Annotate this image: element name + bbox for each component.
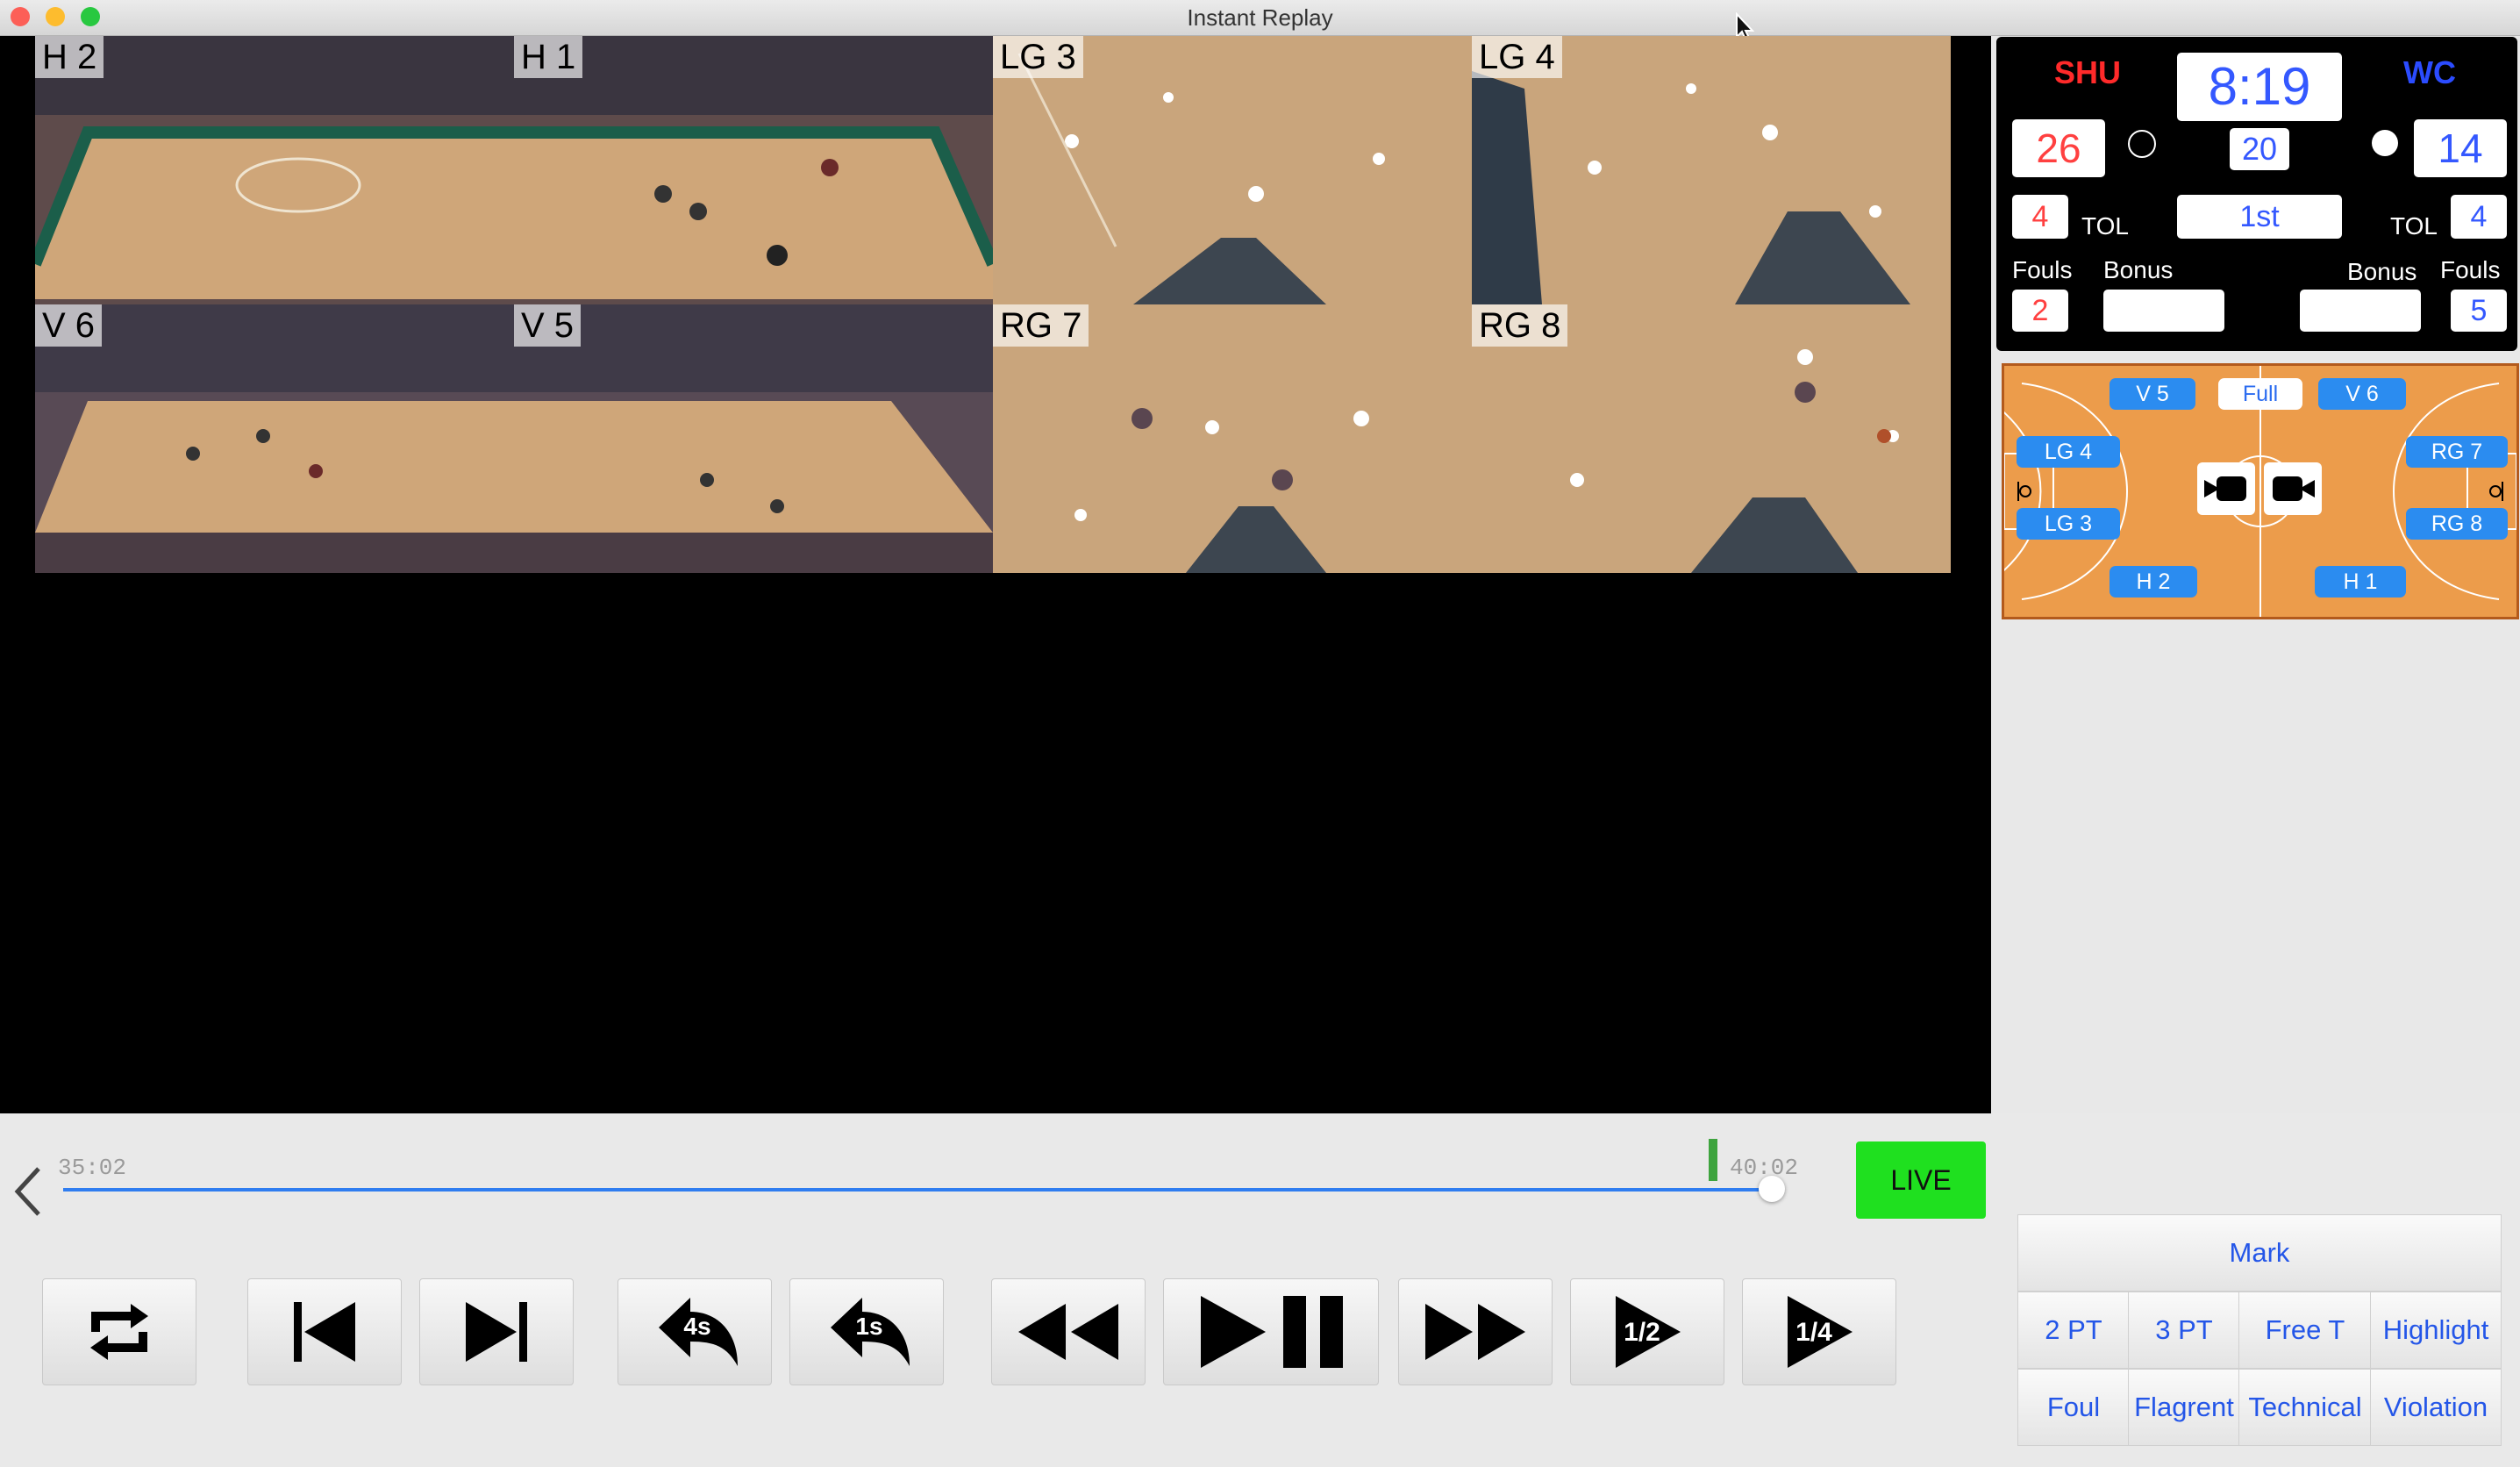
- skip-forward-icon: [466, 1302, 527, 1362]
- quarter-speed-label: 1/4: [1795, 1318, 1832, 1347]
- away-possession-indicator[interactable]: [2372, 130, 2398, 156]
- camera-feed-v6: [35, 304, 514, 573]
- away-score[interactable]: 14: [2414, 119, 2507, 177]
- timeline-start-time: 35:02: [58, 1155, 127, 1181]
- camera-button-lg4[interactable]: LG 4: [2017, 436, 2120, 468]
- camera-tile-v5[interactable]: V 5: [514, 304, 993, 573]
- rewind-1s-icon: 1s: [831, 1298, 910, 1366]
- scoreboard: SHU WC 8:19 26 14 20 1st 4 TOL TOL 4 Fou…: [1996, 37, 2517, 351]
- play-pause-icon: [1201, 1296, 1343, 1368]
- camera-label: RG 7: [993, 304, 1089, 347]
- fast-forward-button[interactable]: [1398, 1278, 1553, 1385]
- camera-tile-rg7[interactable]: RG 7: [993, 304, 1472, 573]
- camera-tile-h1[interactable]: H 1: [514, 36, 993, 304]
- camera-button-rg8[interactable]: RG 8: [2406, 508, 2508, 540]
- mark-highlight-button[interactable]: Highlight: [2370, 1292, 2502, 1369]
- skip-back-icon: [294, 1302, 355, 1362]
- camera-feed-h1: [514, 36, 993, 304]
- quarter-speed-icon: 1/4: [1788, 1296, 1853, 1368]
- camera-label: RG 8: [1472, 304, 1568, 347]
- camera-feed-v5: [514, 304, 993, 573]
- quarter-speed-button[interactable]: 1/4: [1742, 1278, 1896, 1385]
- mark-2pt-button[interactable]: 2 PT: [2017, 1292, 2130, 1369]
- camera-tile-lg3[interactable]: LG 3: [993, 36, 1472, 304]
- mark-button[interactable]: Mark: [2017, 1214, 2502, 1292]
- rewind-4s-label: 4s: [683, 1313, 710, 1340]
- timeline-progress: [63, 1188, 1772, 1191]
- chevron-left-icon[interactable]: [11, 1163, 46, 1220]
- home-bonus-label: Bonus: [2103, 256, 2174, 283]
- home-possession-indicator[interactable]: [2128, 130, 2156, 158]
- court-camera-map: V 5 Full V 6 LG 4 RG 7 LG 3 RG 8 H 2 H 1: [2002, 363, 2519, 619]
- rewind-4s-button[interactable]: 4s: [618, 1278, 772, 1385]
- home-bonus[interactable]: [2103, 290, 2224, 332]
- mark-technical-button[interactable]: Technical: [2238, 1369, 2372, 1446]
- away-fouls-label: Fouls: [2440, 256, 2501, 283]
- camera-label: H 1: [514, 36, 583, 78]
- mark-flagrant-button[interactable]: Flagrent: [2128, 1369, 2240, 1446]
- skip-to-end-button[interactable]: [419, 1278, 574, 1385]
- camera-tile-lg4[interactable]: LG 4: [1472, 36, 1951, 304]
- camera-label: LG 4: [1472, 36, 1562, 78]
- away-timeouts-left[interactable]: 4: [2451, 195, 2507, 239]
- camera-view-left-icon[interactable]: [2197, 462, 2255, 515]
- camera-label: V 6: [35, 304, 103, 347]
- camera-button-lg3[interactable]: LG 3: [2017, 508, 2120, 540]
- camera-label: LG 3: [993, 36, 1083, 78]
- rewind-1s-button[interactable]: 1s: [789, 1278, 944, 1385]
- loop-button[interactable]: [42, 1278, 196, 1385]
- camera-tile-h2[interactable]: H 2: [35, 36, 514, 304]
- camera-button-h2[interactable]: H 2: [2110, 566, 2197, 598]
- home-fouls[interactable]: 2: [2012, 290, 2068, 332]
- camera-tile-v6[interactable]: V 6: [35, 304, 514, 573]
- away-bonus[interactable]: [2300, 290, 2421, 332]
- away-fouls[interactable]: 5: [2451, 290, 2507, 332]
- away-tol-label: TOL: [2390, 212, 2438, 240]
- mark-3pt-button[interactable]: 3 PT: [2128, 1292, 2240, 1369]
- mark-free-throw-button[interactable]: Free T: [2238, 1292, 2372, 1369]
- window-title: Instant Replay: [1187, 4, 1333, 31]
- fast-forward-icon: [1425, 1304, 1525, 1360]
- play-pause-button[interactable]: [1163, 1278, 1379, 1385]
- away-team-name: WC: [2403, 54, 2456, 90]
- mark-violation-button[interactable]: Violation: [2370, 1369, 2502, 1446]
- home-team-name: SHU: [2054, 54, 2122, 90]
- half-speed-icon: 1/2: [1616, 1296, 1681, 1368]
- home-tol-label: TOL: [2081, 212, 2129, 240]
- camera-button-v5[interactable]: V 5: [2110, 378, 2195, 410]
- live-button[interactable]: LIVE: [1856, 1141, 1986, 1219]
- game-clock[interactable]: 8:19: [2177, 53, 2342, 121]
- home-timeouts-left[interactable]: 4: [2012, 195, 2068, 239]
- camera-view-right-icon[interactable]: [2264, 462, 2322, 515]
- timeline-scrubber-handle[interactable]: [1759, 1176, 1785, 1202]
- camera-label: V 5: [514, 304, 582, 347]
- camera-button-v6[interactable]: V 6: [2318, 378, 2406, 410]
- rewind-1s-label: 1s: [855, 1313, 882, 1340]
- home-score[interactable]: 26: [2012, 119, 2105, 177]
- home-fouls-label: Fouls: [2012, 256, 2073, 283]
- timeline-mark-indicator: [1709, 1139, 1717, 1181]
- camera-button-h1[interactable]: H 1: [2315, 566, 2406, 598]
- half-speed-label: 1/2: [1624, 1318, 1660, 1347]
- camera-button-rg7[interactable]: RG 7: [2406, 436, 2508, 468]
- camera-button-full[interactable]: Full: [2218, 378, 2302, 410]
- fast-rewind-button[interactable]: [991, 1278, 1146, 1385]
- period-indicator[interactable]: 1st: [2177, 195, 2342, 239]
- half-speed-button[interactable]: 1/2: [1570, 1278, 1724, 1385]
- fast-rewind-icon: [1018, 1304, 1118, 1360]
- camera-feed-h2: [35, 36, 514, 304]
- loop-icon: [90, 1304, 148, 1360]
- away-bonus-label: Bonus: [2347, 258, 2417, 285]
- rewind-4s-icon: 4s: [659, 1298, 738, 1366]
- mark-foul-button[interactable]: Foul: [2017, 1369, 2130, 1446]
- skip-to-start-button[interactable]: [247, 1278, 402, 1385]
- shot-clock[interactable]: 20: [2230, 128, 2289, 170]
- camera-label: H 2: [35, 36, 104, 78]
- camera-tile-rg8[interactable]: RG 8: [1472, 304, 1951, 573]
